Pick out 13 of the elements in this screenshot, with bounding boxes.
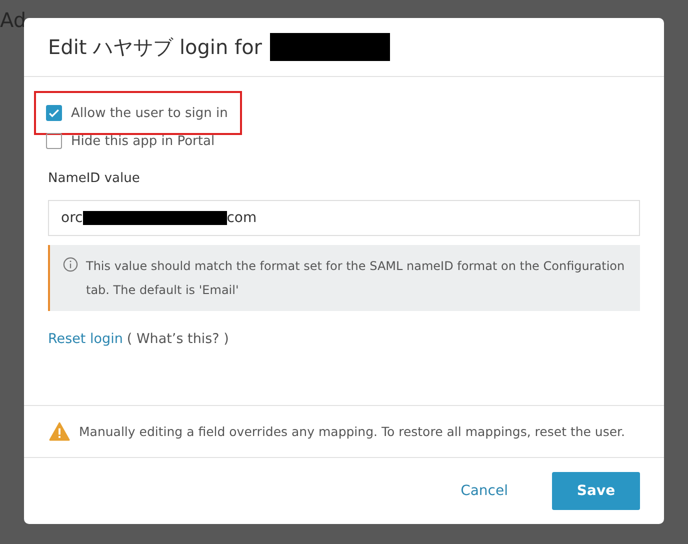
whats-this-text: ( What’s this? )	[126, 331, 229, 347]
cancel-button[interactable]: Cancel	[440, 472, 528, 510]
checkbox-row[interactable]: Allow the user to sign in	[34, 91, 242, 135]
nameid-input[interactable]: orc com	[48, 200, 640, 236]
checkbox[interactable]	[46, 105, 62, 121]
info-text: This value should match the format set for the SAML nameID format on the Configuration tab. The default is 'Email'	[86, 258, 626, 299]
reset-login-link[interactable]: Reset login	[48, 331, 123, 347]
info-icon	[63, 257, 78, 272]
warning-text: Manually editing a field overrides any mapping. To restore all mappings, reset the user.	[79, 424, 626, 439]
checkbox[interactable]	[46, 133, 62, 149]
field-label: NameID value	[48, 171, 141, 186]
warning-icon	[49, 422, 70, 441]
dialog-title: Edit ハヤサブ login for	[48, 34, 262, 60]
